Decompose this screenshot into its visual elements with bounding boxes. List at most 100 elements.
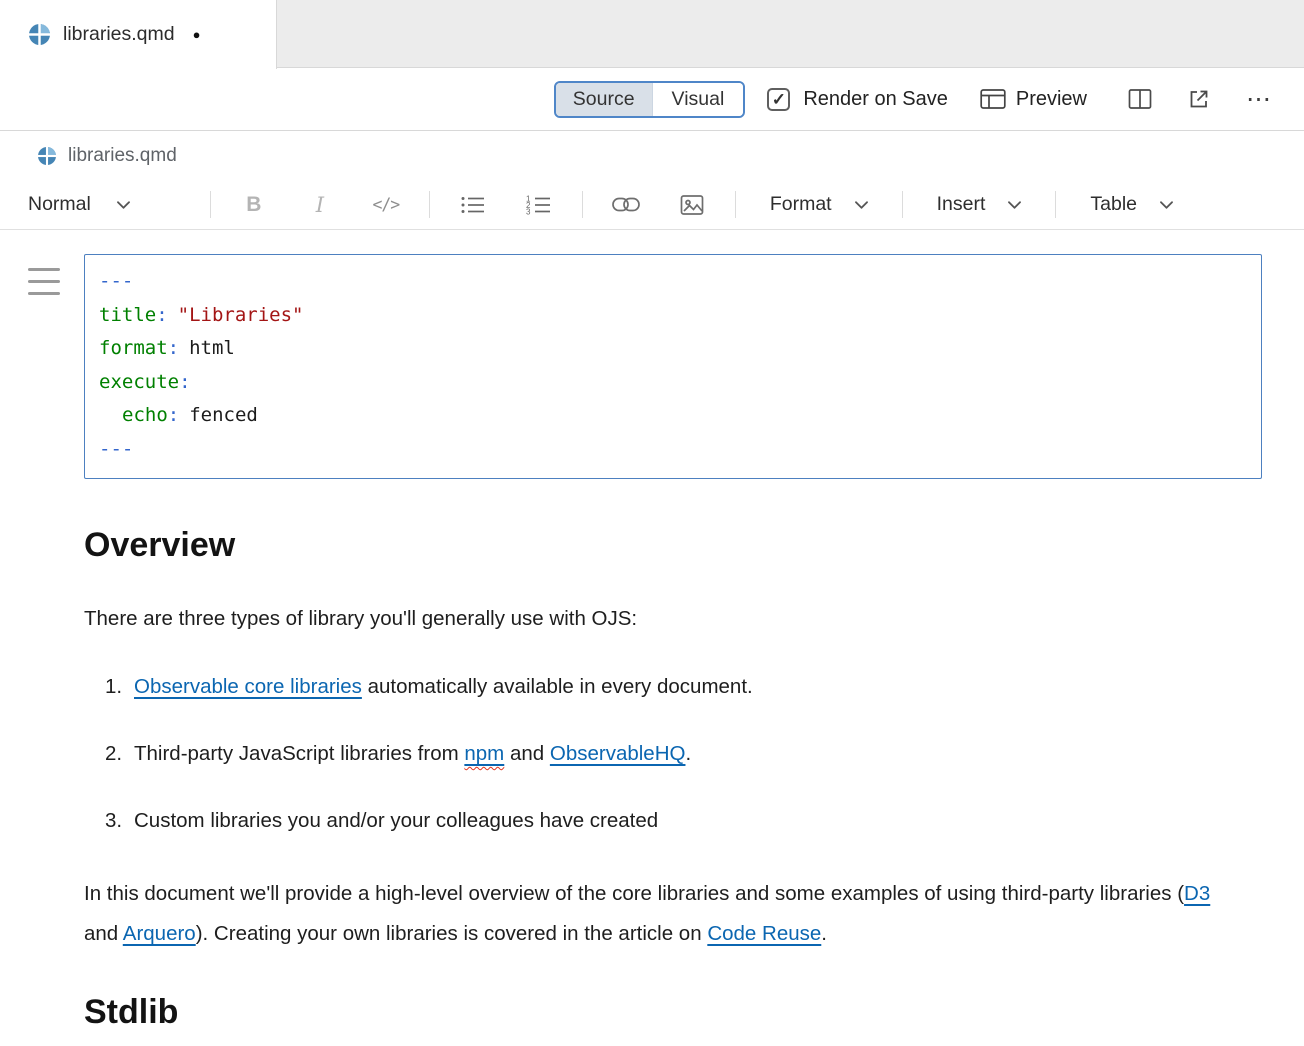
- yaml-front-matter[interactable]: --- title: "Libraries" format: html execut…: [84, 254, 1262, 479]
- table-menu[interactable]: Table: [1066, 193, 1197, 216]
- yaml-line: ---: [99, 433, 1247, 467]
- text-run: Third-party JavaScript libraries from: [134, 742, 464, 765]
- insert-menu-label: Insert: [937, 193, 986, 216]
- toolbar-separator: [1055, 191, 1056, 218]
- link-npm[interactable]: npm: [464, 742, 504, 765]
- text-run: In this document we'll provide a high-le…: [84, 882, 1184, 905]
- toolbar-separator: [902, 191, 903, 218]
- block-drag-handle[interactable]: [28, 268, 60, 295]
- table-menu-label: Table: [1090, 193, 1137, 216]
- list-item-text: Custom libraries you and/or your colleag…: [134, 801, 658, 841]
- list-item-text: Third-party JavaScript libraries from np…: [134, 734, 691, 774]
- link-d3[interactable]: D3: [1184, 882, 1210, 905]
- formatting-toolbar: Normal B I </> 1 2 3: [0, 180, 1304, 230]
- yaml-line: ---: [99, 265, 1247, 299]
- preview-icon: [980, 88, 1006, 110]
- numbered-list-button[interactable]: 1 2 3: [506, 194, 572, 216]
- yaml-key: format: [99, 337, 168, 359]
- preview-button[interactable]: Preview: [974, 87, 1093, 112]
- breadcrumb-filename: libraries.qmd: [68, 145, 177, 167]
- spellcheck-underline: npm: [464, 742, 504, 765]
- yaml-delimiter: ---: [99, 438, 133, 460]
- chevron-down-icon: [117, 201, 130, 209]
- bullet-list-button[interactable]: [440, 194, 506, 216]
- closing-paragraph[interactable]: In this document we'll provide a high-le…: [84, 874, 1229, 954]
- yaml-key: echo: [122, 404, 168, 426]
- paragraph-style-selector[interactable]: Normal: [22, 192, 136, 217]
- split-editor-button[interactable]: [1128, 88, 1152, 110]
- yaml-delimiter: ---: [99, 270, 133, 292]
- tab-bar: libraries.qmd ●: [0, 0, 1304, 68]
- yaml-line: echo:fenced: [99, 399, 1247, 433]
- toolbar-separator: [429, 191, 430, 218]
- toolbar-separator: [735, 191, 736, 218]
- bold-icon: B: [246, 193, 261, 217]
- toolbar-separator: [582, 191, 583, 218]
- chevron-down-icon: [1160, 201, 1173, 209]
- yaml-line: execute:: [99, 366, 1247, 400]
- render-on-save-control[interactable]: ✓ Render on Save: [767, 88, 948, 111]
- inline-code-button[interactable]: </>: [353, 195, 419, 214]
- prose-body: Overview There are three types of librar…: [84, 525, 1229, 1033]
- list-item[interactable]: 3. Custom libraries you and/or your coll…: [84, 801, 1229, 841]
- format-menu-label: Format: [770, 193, 832, 216]
- list-item[interactable]: 1. Observable core libraries automatical…: [84, 667, 1229, 707]
- quarto-icon: [29, 24, 50, 45]
- heading-overview[interactable]: Overview: [84, 525, 1229, 566]
- split-editor-icon: [1128, 88, 1152, 110]
- text-run: .: [821, 922, 827, 945]
- render-on-save-checkbox[interactable]: ✓: [767, 88, 790, 111]
- mode-toggle: Source Visual: [554, 81, 746, 118]
- yaml-key: execute: [99, 371, 179, 393]
- numbered-list-icon: 1 2 3: [526, 194, 552, 216]
- chevron-down-icon: [1008, 201, 1021, 209]
- yaml-value: html: [189, 337, 235, 359]
- modified-indicator: ●: [193, 27, 201, 42]
- bold-button[interactable]: B: [221, 193, 287, 217]
- yaml-value: "Libraries": [178, 304, 304, 326]
- link-icon: [612, 197, 640, 212]
- link-observablehq[interactable]: ObservableHQ: [550, 742, 686, 765]
- link-arquero[interactable]: Arquero: [123, 922, 196, 945]
- list-marker: 1.: [105, 667, 134, 707]
- open-external-button[interactable]: [1187, 87, 1211, 111]
- format-menu[interactable]: Format: [746, 193, 892, 216]
- list-marker: 2.: [105, 734, 134, 774]
- list-item[interactable]: 2. Third-party JavaScript libraries from…: [84, 734, 1229, 774]
- checkmark-icon: ✓: [772, 91, 786, 108]
- heading-stdlib[interactable]: Stdlib: [84, 992, 1229, 1033]
- text-run: .: [685, 742, 691, 765]
- paragraph-style-label: Normal: [28, 193, 91, 216]
- document-editor[interactable]: --- title: "Libraries" format: html execut…: [0, 230, 1304, 1033]
- editor-toolbar: Source Visual ✓ Render on Save Preview: [0, 68, 1304, 131]
- source-mode-button[interactable]: Source: [556, 83, 652, 116]
- quarto-icon: [38, 147, 56, 165]
- visual-mode-button[interactable]: Visual: [652, 83, 744, 116]
- insert-image-button[interactable]: [659, 194, 725, 216]
- insert-link-button[interactable]: [593, 197, 659, 212]
- link-code-reuse[interactable]: Code Reuse: [707, 922, 821, 945]
- text-run: and: [84, 922, 123, 945]
- yaml-colon: :: [168, 337, 179, 359]
- tab-libraries-qmd[interactable]: libraries.qmd ●: [0, 0, 277, 69]
- italic-button[interactable]: I: [287, 193, 353, 217]
- insert-menu[interactable]: Insert: [913, 193, 1046, 216]
- code-icon: </>: [372, 195, 399, 214]
- link-observable-core-libraries[interactable]: Observable core libraries: [134, 675, 362, 698]
- text-run: ). Creating your own libraries is covere…: [196, 922, 708, 945]
- yaml-colon: :: [179, 371, 190, 393]
- breadcrumb: libraries.qmd: [0, 131, 1304, 180]
- preview-label: Preview: [1016, 88, 1087, 111]
- yaml-colon: :: [156, 304, 167, 326]
- yaml-line: title: "Libraries": [99, 299, 1247, 333]
- svg-text:3: 3: [526, 207, 531, 216]
- yaml-colon: :: [168, 404, 179, 426]
- list-marker: 3.: [105, 801, 134, 841]
- intro-paragraph[interactable]: There are three types of library you'll …: [84, 599, 1229, 639]
- yaml-key: title: [99, 304, 156, 326]
- text-run: and: [504, 742, 550, 765]
- yaml-line: format: html: [99, 332, 1247, 366]
- open-external-icon: [1187, 87, 1211, 111]
- image-icon: [680, 194, 704, 216]
- more-actions-button[interactable]: ⋯: [1246, 87, 1271, 112]
